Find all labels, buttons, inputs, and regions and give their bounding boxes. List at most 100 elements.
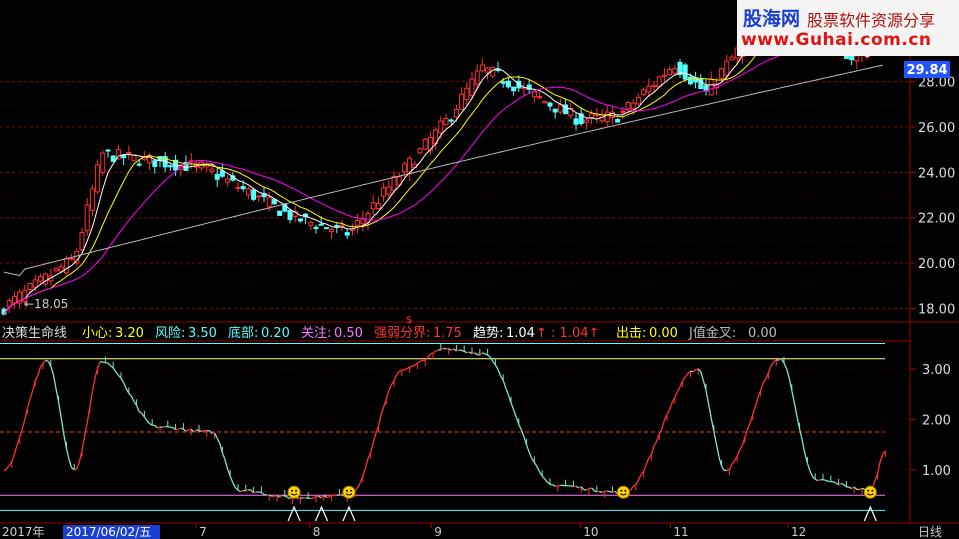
indicator-segment [575, 485, 579, 489]
legend-label: J值金叉: [688, 325, 736, 341]
candle-body [505, 80, 511, 88]
indicator-segment [482, 352, 486, 355]
candle-body [318, 223, 324, 226]
indicator-segment [541, 475, 546, 480]
candle-body [63, 258, 69, 274]
triangle-marker-icon [287, 505, 301, 522]
legend-label: 底部: [228, 325, 258, 341]
candle-body [443, 118, 449, 126]
candle-body [167, 165, 173, 168]
year-label: 2017年 [2, 525, 45, 539]
indicator-segment [177, 427, 182, 430]
candle-body [537, 96, 543, 99]
indicator-segment [525, 444, 530, 453]
candle-body [552, 108, 558, 113]
indicator-segment [364, 458, 369, 469]
indicator-segment [138, 411, 143, 414]
indicator-segment [682, 376, 686, 382]
candle-body [401, 163, 407, 173]
indicator-segment [26, 399, 31, 409]
indicator-segment [728, 463, 733, 470]
candle-body [656, 76, 662, 88]
indicator-segment [762, 378, 767, 384]
candle-body [53, 267, 59, 272]
cursor-date-label: 2017/06/02/五 [66, 525, 151, 539]
indicator-segment [861, 487, 865, 490]
indicator-segment [115, 371, 119, 376]
indicator-segment [372, 433, 377, 444]
candle-body [100, 152, 106, 174]
indicator-segment [674, 391, 678, 398]
indicator-segment [666, 409, 671, 415]
candle-body [630, 102, 636, 110]
indicator-segment [135, 405, 140, 412]
candle-body [531, 91, 537, 98]
indicator-segment [690, 370, 694, 373]
legend-value: 0.50 [334, 326, 363, 341]
candle-body [27, 283, 33, 290]
triangle-marker-icon [314, 505, 329, 522]
indicator-segment [201, 430, 205, 433]
indicator-segment [731, 460, 736, 465]
indicator-segment [533, 462, 538, 468]
candle-body [58, 266, 64, 272]
month-label: 7 [199, 525, 207, 539]
candle-body [375, 202, 381, 209]
indicator-segment [253, 491, 257, 494]
indicator-segment [96, 361, 101, 369]
candle-body [438, 120, 444, 134]
indicator-segment [783, 362, 788, 369]
candle-body [542, 100, 548, 104]
indicator-segment [76, 461, 81, 470]
indicator-segment [123, 382, 127, 389]
indicator-segment [876, 461, 881, 474]
legend-label: 强弱分界: [374, 326, 430, 341]
indicator-segment [245, 489, 249, 492]
moving-average-lines [3, 23, 884, 315]
legend-value: 0.00 [748, 326, 777, 341]
indicator-segment [591, 487, 595, 492]
indicator-segment [825, 479, 829, 482]
indicator-segment [89, 391, 94, 408]
candle-body [308, 221, 314, 226]
indicator-segment [50, 365, 55, 375]
indicator-segment [369, 442, 374, 453]
indicator-segment [52, 374, 57, 389]
indicator-segment [739, 445, 743, 451]
candle-body [214, 173, 220, 180]
indicator-segment [432, 350, 436, 354]
price-axis: 28.0026.0024.0022.0020.0018.00 [910, 76, 955, 317]
indicator-segment [263, 493, 267, 496]
ma60-line [3, 64, 883, 277]
candle-body [708, 78, 714, 96]
legend-extra: ↑ : 1.04↑ [536, 326, 599, 341]
smile-eye [620, 489, 623, 492]
indicator-segment [458, 349, 462, 352]
indicator-segment [81, 436, 86, 451]
indicator-title: 决策生命线 [2, 325, 67, 341]
indicator-segment [154, 424, 158, 429]
price-tick-label: 24.00 [918, 166, 955, 181]
candle-body [682, 64, 688, 80]
period-label: 日线 [918, 525, 942, 539]
indicator-segment [736, 449, 741, 457]
watermark-tagline: 股票软件资源分享 [807, 11, 936, 30]
indicator-segment [11, 453, 16, 463]
indicator-segment [224, 459, 229, 470]
candle-body [386, 186, 392, 195]
candle-body [323, 227, 329, 230]
indicator-segment [715, 443, 720, 458]
legend-label: 小心: [82, 326, 112, 341]
indicator-segment [380, 406, 385, 416]
candle-body [672, 68, 678, 74]
indicator-segment [833, 481, 837, 484]
candle-body [235, 186, 241, 189]
indicator-segment [645, 457, 650, 465]
candle-body [635, 96, 641, 105]
indicator-segment [65, 447, 70, 460]
indicator-tick-label: 1.00 [922, 464, 951, 479]
indicator-segment [42, 360, 47, 364]
indicator-tick-label: 2.00 [922, 413, 951, 428]
indicator-segment [653, 441, 658, 447]
indicator-segment [396, 371, 400, 376]
